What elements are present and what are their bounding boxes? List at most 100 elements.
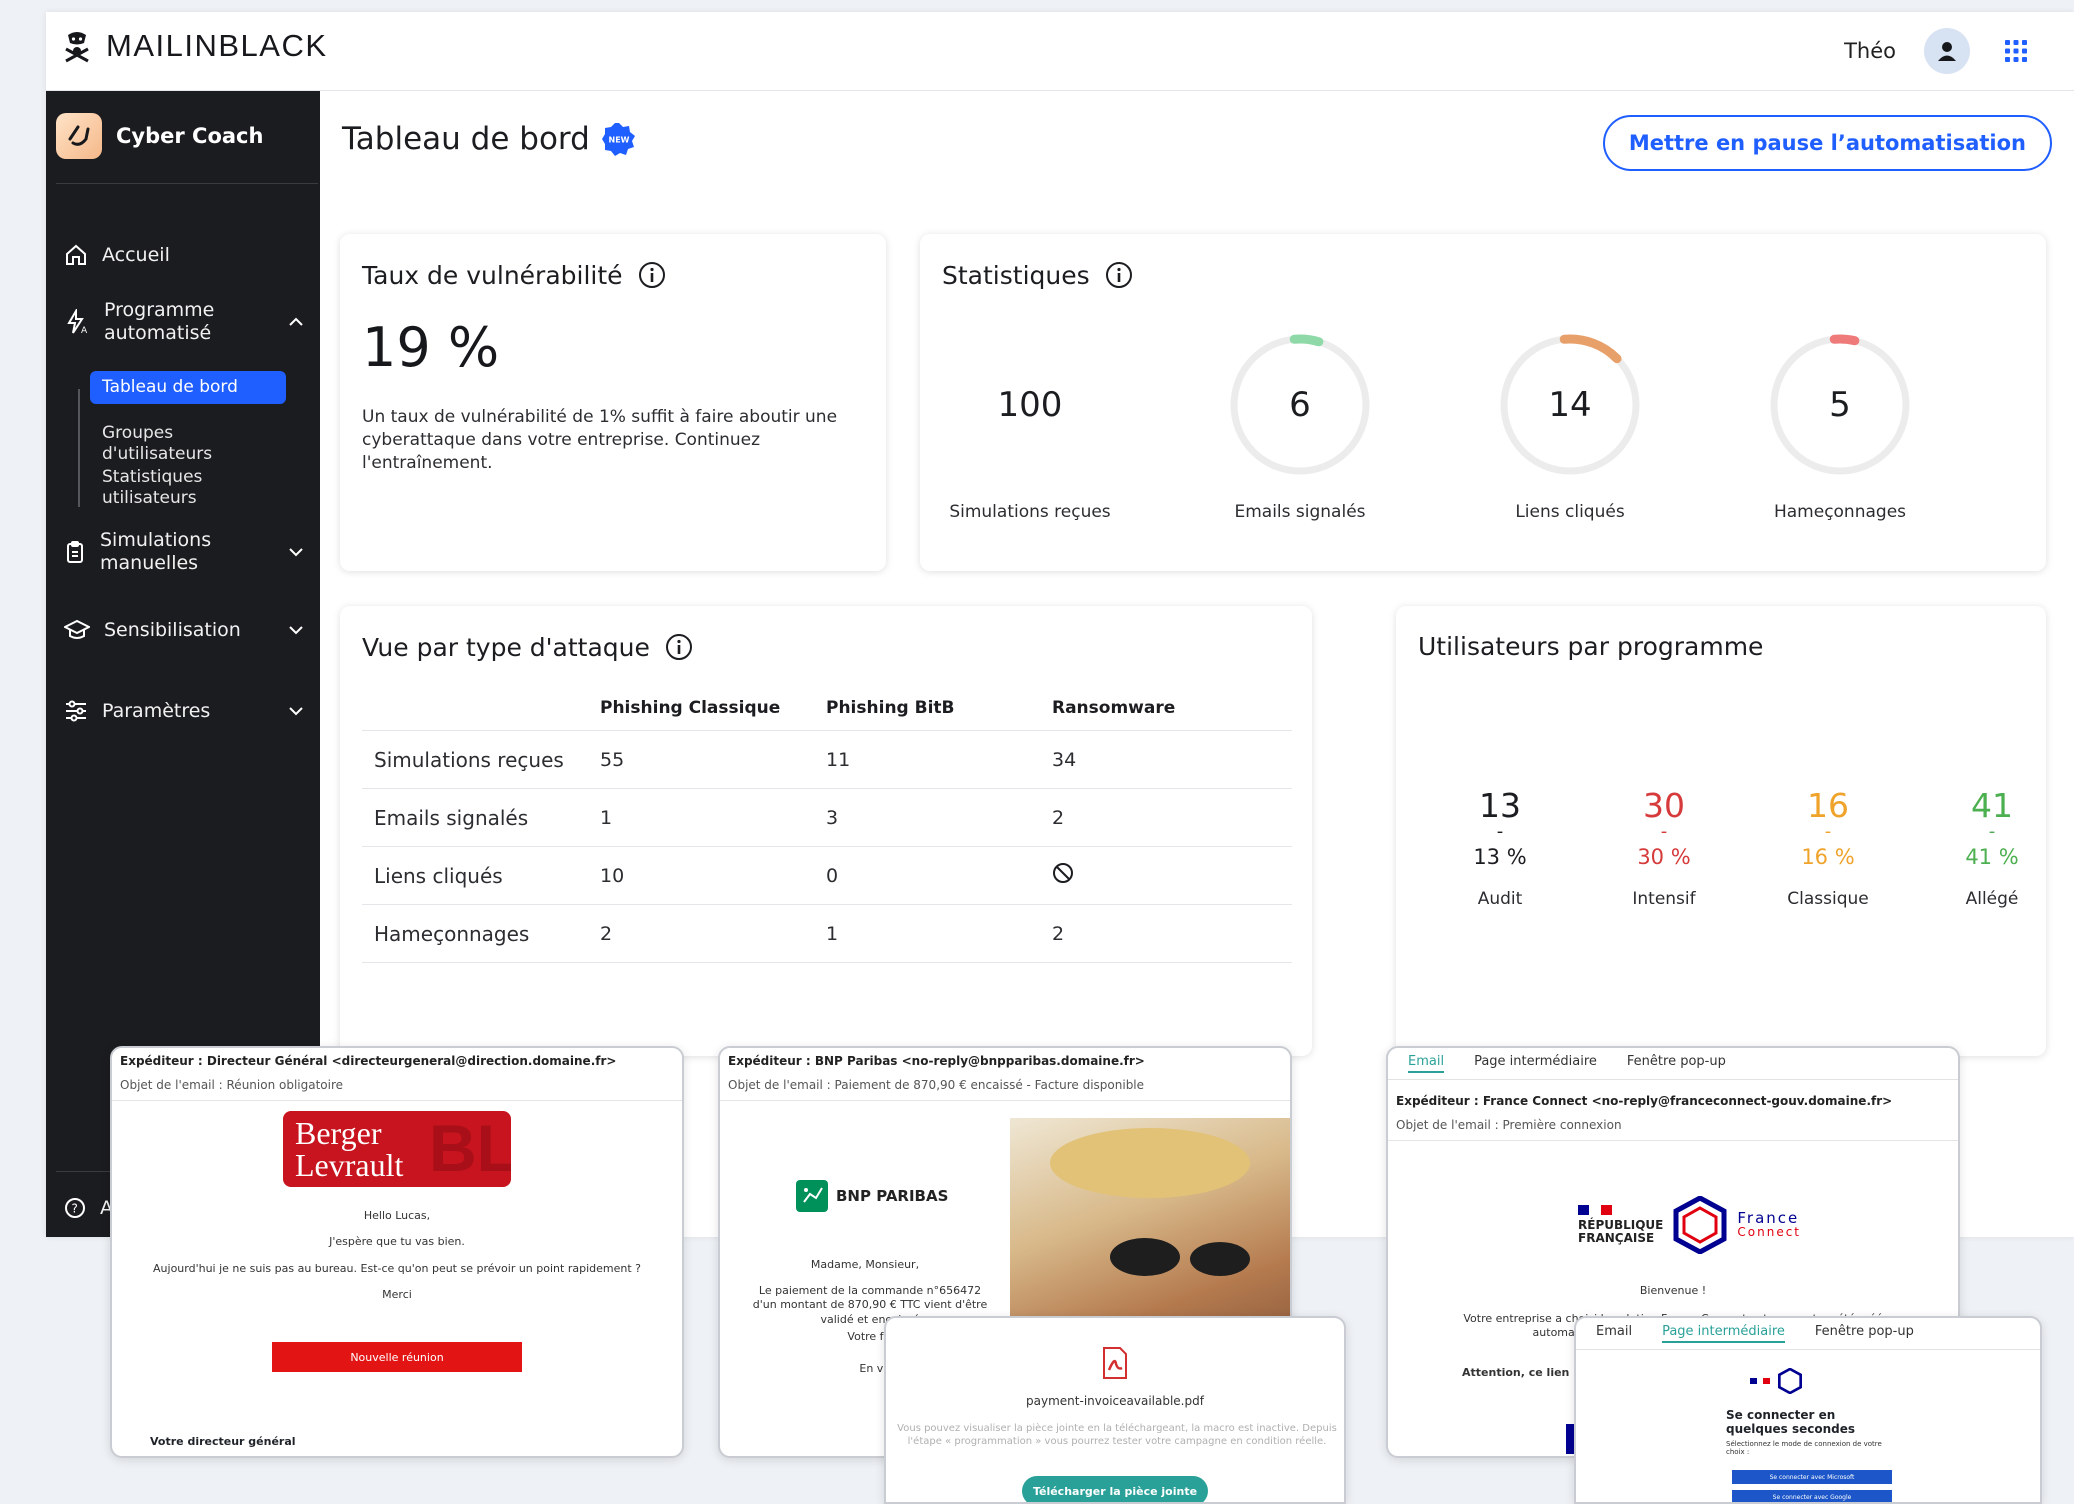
program-dash: - <box>1660 821 1668 842</box>
info-icon[interactable] <box>664 632 694 662</box>
email-line: Aujourd'hui je ne suis pas au bureau. Es… <box>153 1261 641 1275</box>
program-item: 16- 16 % Classique <box>1758 786 1898 909</box>
stat-ring: 100 <box>955 330 1105 480</box>
not-applicable-icon <box>1053 863 1073 883</box>
sidebar-subitem-statistiques-utilisateurs[interactable]: Statistiques utilisateurs <box>90 461 230 516</box>
sliders-icon <box>66 700 86 722</box>
email-sender: Expéditeur : France Connect <no-reply@fr… <box>1396 1094 1893 1108</box>
sidebar-item-label: Programme automatisé <box>104 299 215 344</box>
table-cell: 2 <box>588 904 814 963</box>
info-icon[interactable] <box>637 260 667 290</box>
google-login-button[interactable]: Se connecter avec Google <box>1732 1490 1892 1502</box>
email-greeting: Hello Lucas, <box>363 1209 431 1222</box>
user-name: Théo <box>1844 39 1896 63</box>
tab-page-intermediaire[interactable]: Page intermédiaire <box>1662 1324 1785 1343</box>
sidebar-item-label: Simulations manuelles <box>100 529 212 574</box>
home-icon <box>66 244 86 265</box>
tab-fenetre-popup[interactable]: Fenêtre pop-up <box>1815 1324 1914 1343</box>
apps-grid-button[interactable] <box>1998 33 2034 69</box>
tab-fenetre-popup[interactable]: Fenêtre pop-up <box>1627 1054 1726 1073</box>
attachment-note: Vous pouvez visualiser la pièce jointe e… <box>897 1423 1337 1447</box>
stat-ring: 14 <box>1495 330 1645 480</box>
stat-label: Emails signalés <box>1234 502 1366 522</box>
table-header-empty <box>362 688 588 731</box>
email-signature: Votre directeur général <box>150 1435 296 1448</box>
sidebar-subitem-tableau-de-bord[interactable]: Tableau de bord <box>90 371 286 405</box>
cyber-coach-logo <box>56 113 102 159</box>
new-badge-icon: NEW <box>601 123 635 156</box>
preview-tabs: Email Page intermédiaire Fenêtre pop-up <box>1388 1048 1958 1080</box>
logo-line: Berger <box>295 1115 382 1151</box>
table-cell: 2 <box>1040 788 1292 847</box>
sidebar-item-parametres[interactable]: Paramètres <box>64 700 304 722</box>
cyber-coach-brand[interactable]: Cyber Coach <box>56 113 318 184</box>
table-cell: 34 <box>1040 730 1292 789</box>
preview-tabs: Email Page intermédiaire Fenêtre pop-up <box>1576 1318 2040 1350</box>
email-subject: Objet de l'email : Paiement de 870,90 € … <box>720 1074 1290 1101</box>
program-dash: - <box>1988 821 1996 842</box>
rf-text: FRANÇAISE <box>1578 1231 1655 1245</box>
microsoft-login-button[interactable]: Se connecter avec Microsoft <box>1732 1470 1892 1484</box>
table-cell: 10 <box>588 846 814 905</box>
email-subject: Objet de l'email : Réunion obligatoire <box>112 1074 682 1101</box>
automation-icon: A <box>67 308 88 335</box>
new-meeting-button[interactable]: Nouvelle réunion <box>272 1342 522 1373</box>
stat-item: 14 Liens cliqués <box>1480 330 1660 522</box>
table-header: Ransomware <box>1040 688 1292 731</box>
sidebar-item-programme-automatise[interactable]: A Programme automatisé <box>64 299 304 345</box>
user-avatar-button[interactable] <box>1924 28 1970 74</box>
stat-ring: 5 <box>1765 330 1915 480</box>
logo-text: MAILINBLACK <box>106 28 328 63</box>
stat-value: 100 <box>997 385 1063 425</box>
svg-text:A: A <box>81 326 88 335</box>
program-label: Classique <box>1787 889 1869 909</box>
user-icon <box>1938 42 1956 61</box>
brand-name: Cyber Coach <box>116 124 264 148</box>
berger-levrault-logo: BL Berger Levrault <box>283 1111 511 1187</box>
program-dash: - <box>1496 821 1504 842</box>
email-salutation: Madame, Monsieur, <box>810 1258 920 1271</box>
program-percent: 16 % <box>1801 845 1855 869</box>
program-count: 41 <box>1971 786 2013 825</box>
whistle-icon <box>68 125 90 146</box>
france-connect-hex-icon <box>1673 1196 1727 1254</box>
users-by-program-card-title: Utilisateurs par programme <box>1418 632 1763 661</box>
programs-title-text: Utilisateurs par programme <box>1418 632 1764 661</box>
mailinblack-logo[interactable]: MAILINBLACK <box>62 28 328 64</box>
stat-value: 6 <box>1289 385 1311 425</box>
sidebar-item-simulations-manuelles[interactable]: Simulations manuelles <box>64 529 304 575</box>
chevron-down-icon[interactable] <box>288 706 304 716</box>
stat-item: 5 Hameçonnages <box>1750 330 1930 522</box>
program-item: 30- 30 % Intensif <box>1594 786 1734 909</box>
table-row-label: Liens cliqués <box>362 846 588 905</box>
tab-email[interactable]: Email <box>1596 1324 1632 1343</box>
fc-text: Connect <box>1737 1225 1802 1239</box>
email-sender: Expéditeur : Directeur Général <directeu… <box>120 1054 617 1068</box>
fc-text: France <box>1737 1209 1800 1227</box>
users-by-program-card: Utilisateurs par programme 13-13 % Audit 3… <box>1396 606 2046 1056</box>
statistics-title-text: Statistiques <box>942 260 1090 290</box>
email-preview-berger-levrault[interactable]: Expéditeur : Directeur Général <directeu… <box>110 1046 684 1458</box>
chevron-down-icon[interactable] <box>288 625 304 635</box>
table-cell: 1 <box>814 904 1040 963</box>
attachment-preview[interactable]: payment-invoiceavailable.pdf Vous pouvez… <box>884 1316 1346 1504</box>
download-attachment-button[interactable]: Télécharger la pièce jointe <box>1022 1476 1208 1502</box>
not-applicable-cell <box>1040 846 1292 905</box>
chevron-down-icon[interactable] <box>288 547 304 557</box>
program-percent: 41 % <box>1965 845 2019 869</box>
info-icon[interactable] <box>1104 260 1134 290</box>
vulnerability-title-text: Taux de vulnérabilité <box>362 260 623 290</box>
help-icon: ? <box>65 1198 85 1218</box>
graduation-cap-icon <box>64 619 90 639</box>
chevron-up-icon[interactable] <box>288 317 304 327</box>
sidebar-item-label: Sensibilisation <box>104 619 241 641</box>
tab-email[interactable]: Email <box>1408 1054 1445 1073</box>
top-bar: MAILINBLACK Théo <box>46 12 2074 91</box>
tab-page-intermediaire[interactable]: Page intermédiaire <box>1474 1054 1597 1073</box>
sidebar-item-sensibilisation[interactable]: Sensibilisation <box>64 619 304 641</box>
popup-preview[interactable]: Email Page intermédiaire Fenêtre pop-up … <box>1574 1316 2042 1504</box>
program-count: 16 <box>1807 786 1849 825</box>
sidebar-item-accueil[interactable]: Accueil <box>64 243 304 267</box>
vulnerability-card: Taux de vulnérabilité 19 % Un taux de vu… <box>340 234 886 571</box>
pause-automation-button[interactable]: Mettre en pause l’automatisation <box>1602 115 2052 171</box>
